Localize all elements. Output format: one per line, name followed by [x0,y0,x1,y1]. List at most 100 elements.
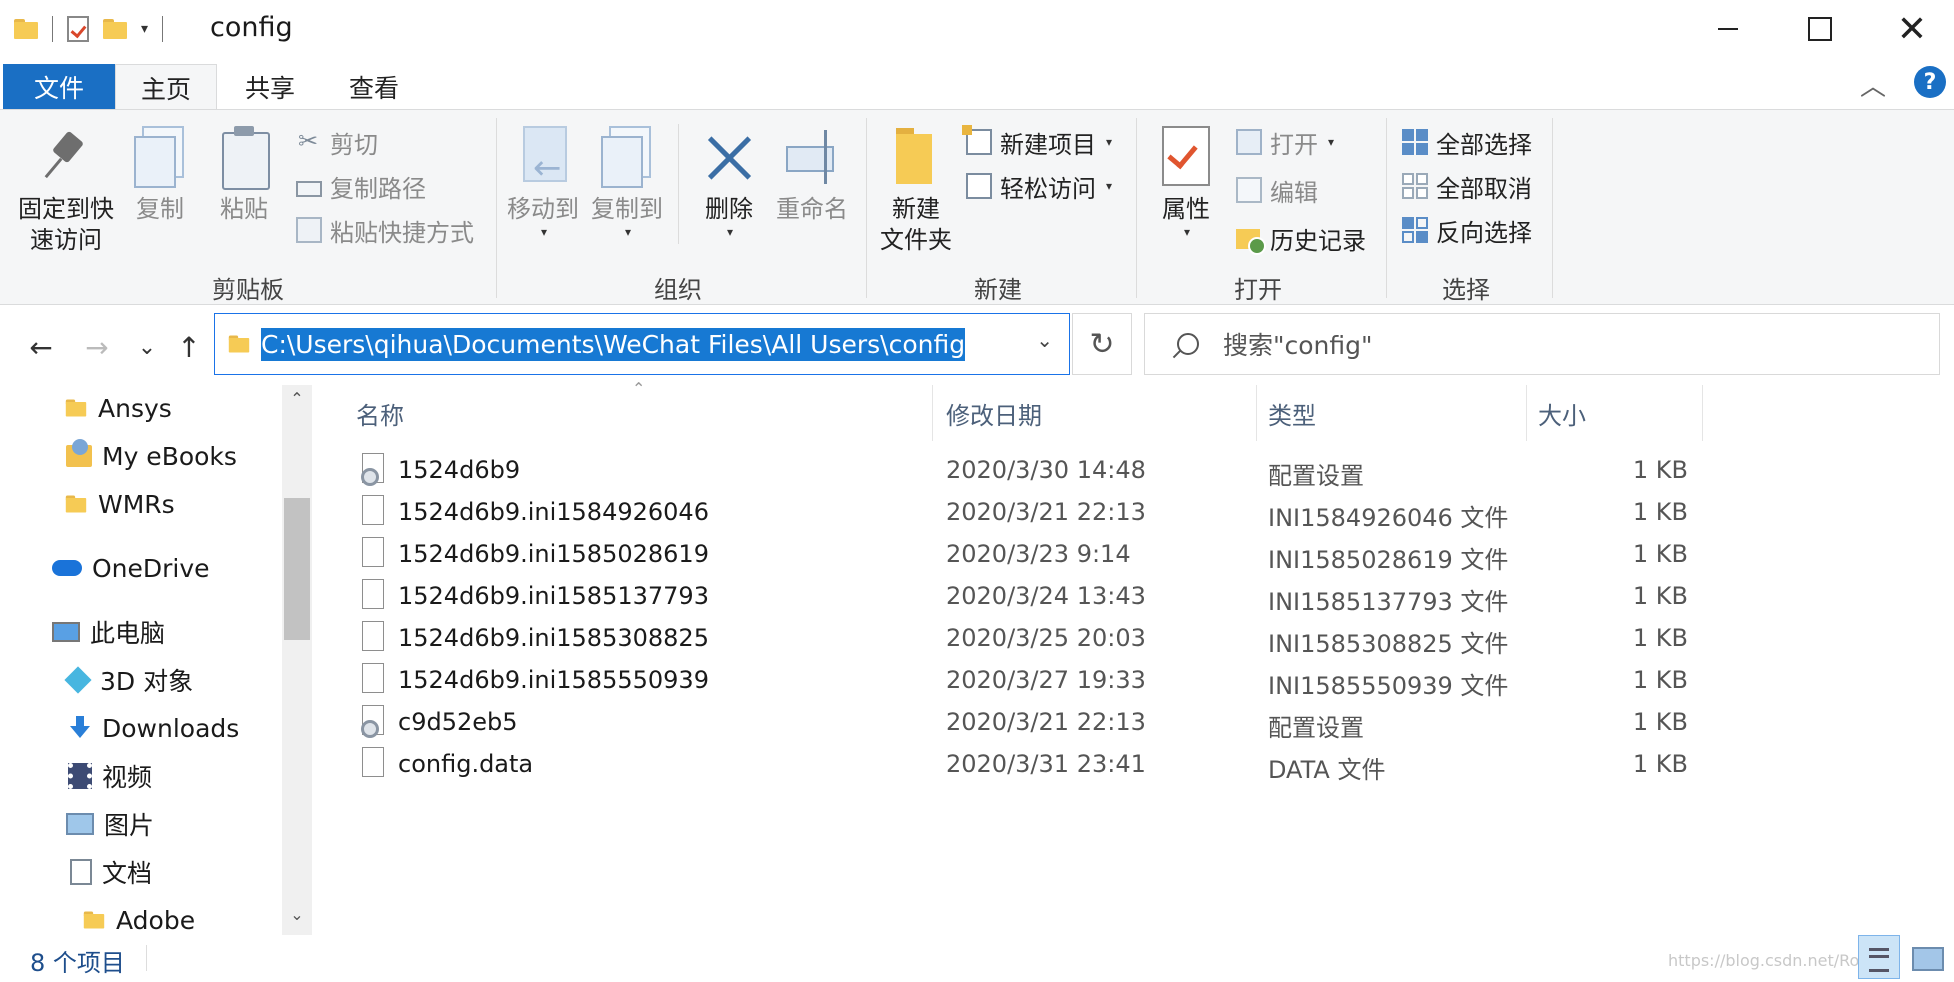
customize-qat-dropdown[interactable]: ▾ [141,21,148,37]
move-to-icon [515,126,571,188]
table-row[interactable]: 1524d6b9 2020/3/30 14:48 配置设置 1 KB [322,449,1702,491]
nav-item-label: Downloads [102,713,240,743]
cut-button[interactable]: 剪切 [296,124,378,160]
edit-button[interactable]: 编辑 [1236,172,1318,208]
rename-button[interactable]: 重命名 [774,126,850,225]
properties-qat-icon[interactable] [67,16,89,42]
invert-selection-button[interactable]: 反向选择 [1402,212,1532,248]
collapse-ribbon-icon[interactable]: ︿ [1860,66,1886,103]
large-icons-view-icon[interactable] [1908,939,1944,975]
scroll-down-arrow[interactable]: ⌄ [282,905,312,924]
properties-button[interactable]: 属性 ▾ [1156,126,1216,239]
table-row[interactable]: 1524d6b9.ini1585308825 2020/3/25 20:03 I… [322,617,1702,659]
copy-to-label: 复制到 [591,195,663,223]
table-row[interactable]: 1524d6b9.ini1584926046 2020/3/21 22:13 I… [322,491,1702,533]
file-icon [362,663,384,693]
chevron-down-icon: ▾ [726,225,734,239]
documents-icon [70,859,92,885]
tab-view[interactable]: 查看 [326,64,422,110]
group-separator [866,118,867,298]
help-icon[interactable]: ? [1914,66,1946,98]
minimize-button[interactable] [1682,0,1774,58]
table-row[interactable]: 1524d6b9.ini1585550939 2020/3/27 19:33 I… [322,659,1702,701]
tab-share[interactable]: 共享 [225,64,315,110]
back-button[interactable]: ← [24,327,58,367]
delete-button[interactable]: 删除 ▾ [700,126,758,239]
address-path[interactable]: C:\Users\qihua\Documents\WeChat Files\Al… [261,327,966,361]
table-row[interactable]: 1524d6b9.ini1585028619 2020/3/23 9:14 IN… [322,533,1702,575]
copy-to-button[interactable]: 复制到 ▾ [590,126,664,239]
3d-objects-icon [64,666,92,694]
group-separator [1552,118,1553,298]
file-type: INI1584926046 文件 [1268,504,1509,532]
nav-item-ansys[interactable]: Ansys [64,387,172,429]
nav-item-onedrive[interactable]: OneDrive [52,547,210,589]
file-type: INI1585308825 文件 [1268,630,1509,658]
search-box[interactable]: 搜索"config" [1144,313,1940,375]
nav-item-wmrs[interactable]: WMRs [64,483,175,525]
nav-item-pictures[interactable]: 图片 [66,803,154,845]
move-to-button[interactable]: 移动到 ▾ [506,126,580,239]
close-button[interactable]: ✕ [1866,0,1954,58]
search-input[interactable]: 搜索"config" [1223,326,1373,362]
table-row[interactable]: config.data 2020/3/31 23:41 DATA 文件 1 KB [322,743,1702,785]
history-button[interactable]: 历史记录 [1236,220,1366,256]
rename-icon [784,126,840,188]
nav-item-documents[interactable]: 文档 [70,851,152,893]
nav-item-downloads[interactable]: Downloads [68,707,239,749]
select-all-label: 全部选择 [1436,130,1532,159]
address-bar[interactable]: C:\Users\qihua\Documents\WeChat Files\Al… [214,313,1070,375]
paste-button[interactable]: 粘贴 [214,126,274,225]
select-none-button[interactable]: 全部取消 [1402,168,1532,204]
nav-item-this-pc[interactable]: 此电脑 [52,611,165,653]
copy-path-button[interactable]: 复制路径 [296,168,426,204]
onedrive-icon [52,560,82,576]
paste-shortcut-button[interactable]: 粘贴快捷方式 [296,212,474,248]
select-all-button[interactable]: 全部选择 [1402,124,1532,160]
group-separator [678,124,679,244]
column-separator[interactable] [1702,385,1703,441]
recent-locations-button[interactable]: ⌄ [130,327,164,367]
column-header-name[interactable]: 名称 [322,385,932,441]
tab-file[interactable]: 文件 [3,64,115,110]
tab-home[interactable]: 主页 [115,64,217,110]
details-view-icon[interactable] [1858,935,1900,979]
nav-item-3d-objects[interactable]: 3D 对象 [64,659,193,701]
easy-access-button[interactable]: 轻松访问 ▾ [966,168,1112,204]
properties-label: 属性 [1162,195,1210,223]
nav-pane-scrollbar[interactable]: ⌃ ⌄ [282,385,312,935]
new-item-label: 新建项目 [1000,130,1096,159]
nav-item-videos[interactable]: 视频 [68,755,152,797]
nav-item-label: 视频 [102,763,153,792]
file-size: 1 KB [1632,666,1688,694]
paste-label: 粘贴 [220,195,268,223]
new-item-button[interactable]: 新建项目 ▾ [962,124,1112,160]
new-folder-qat-icon[interactable] [103,19,127,39]
copy-path-icon [296,180,322,197]
scroll-up-arrow[interactable]: ⌃ [282,389,312,408]
column-header-type[interactable]: 类型 [1256,385,1526,441]
forward-button[interactable]: → [80,327,114,367]
ribbon-tabs: 文件 主页 共享 查看 ︿ ? [0,58,1954,110]
pin-to-quick-access-button[interactable]: 固定到快 速访问 [16,126,116,256]
nav-item-label: 文档 [102,859,153,888]
column-header-size[interactable]: 大小 [1526,385,1702,441]
new-folder-button[interactable]: 新建 文件夹 [876,126,956,256]
qat-separator [52,16,53,42]
nav-item-label: My eBooks [102,441,237,471]
up-button[interactable]: ↑ [172,327,206,367]
scroll-thumb[interactable] [284,498,310,640]
refresh-button[interactable]: ↻ [1072,313,1132,375]
table-row[interactable]: c9d52eb5 2020/3/21 22:13 配置设置 1 KB [322,701,1702,743]
folder-icon [65,495,87,513]
open-button[interactable]: 打开 ▾ [1236,124,1334,160]
table-row[interactable]: 1524d6b9.ini1585137793 2020/3/24 13:43 I… [322,575,1702,617]
nav-item-my-ebooks[interactable]: My eBooks [66,435,237,477]
group-separator [1386,118,1387,298]
copy-button[interactable]: 复制 [130,126,190,225]
file-size: 1 KB [1632,708,1688,736]
invert-selection-label: 反向选择 [1436,218,1532,247]
column-header-date[interactable]: 修改日期 [932,385,1256,441]
maximize-button[interactable] [1774,0,1866,58]
address-history-dropdown[interactable]: ⌄ [1036,328,1053,352]
